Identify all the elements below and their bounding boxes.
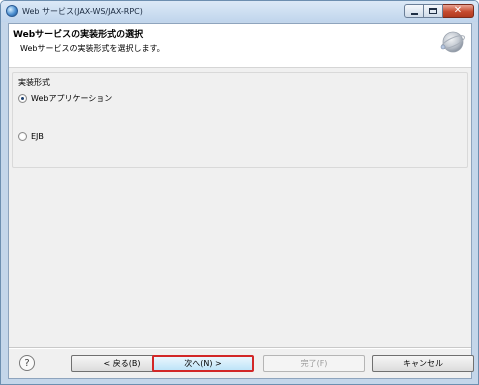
radio-label: EJB — [31, 132, 44, 141]
page-description: Webサービスの実装形式を選択します。 — [20, 44, 165, 53]
next-button[interactable]: 次へ(N) > — [152, 355, 254, 372]
title-bar[interactable]: Web サービス(JAX-WS/JAX-RPC) ✕ — [1, 1, 478, 22]
window-title: Web サービス(JAX-WS/JAX-RPC) — [22, 7, 143, 16]
dialog-client-area: Webサービスの実装形式の選択 Webサービスの実装形式を選択します。 実装形式 — [8, 23, 474, 379]
radio-option-ejb[interactable]: EJB — [18, 132, 44, 141]
page-title: Webサービスの実装形式の選択 — [13, 30, 144, 40]
wizard-header: Webサービスの実装形式の選択 Webサービスの実装形式を選択します。 — [9, 24, 471, 68]
implementation-type-group: 実装形式 Webアプリケーション EJB — [12, 72, 468, 168]
close-button[interactable]: ✕ — [443, 4, 474, 18]
button-bar-separator — [9, 347, 471, 349]
minimize-button[interactable] — [404, 4, 424, 18]
finish-button[interactable]: 完了(F) — [263, 355, 365, 372]
app-globe-icon — [6, 5, 18, 17]
maximize-icon — [429, 8, 437, 14]
radio-checked-icon[interactable] — [18, 94, 27, 103]
maximize-button[interactable] — [424, 4, 443, 18]
wizard-window: Web サービス(JAX-WS/JAX-RPC) ✕ Webサービスの実装形式の… — [0, 0, 479, 385]
radio-unchecked-icon[interactable] — [18, 132, 27, 141]
radio-option-web-application[interactable]: Webアプリケーション — [18, 93, 112, 104]
minimize-icon — [410, 12, 418, 15]
help-button[interactable]: ? — [19, 355, 35, 371]
web-service-globe-icon — [440, 31, 465, 53]
wizard-content: 実装形式 Webアプリケーション EJB — [9, 69, 471, 347]
radio-label: Webアプリケーション — [31, 94, 113, 103]
group-label: 実装形式 — [18, 78, 50, 87]
cancel-button[interactable]: キャンセル — [372, 355, 474, 372]
close-icon: ✕ — [453, 5, 463, 16]
